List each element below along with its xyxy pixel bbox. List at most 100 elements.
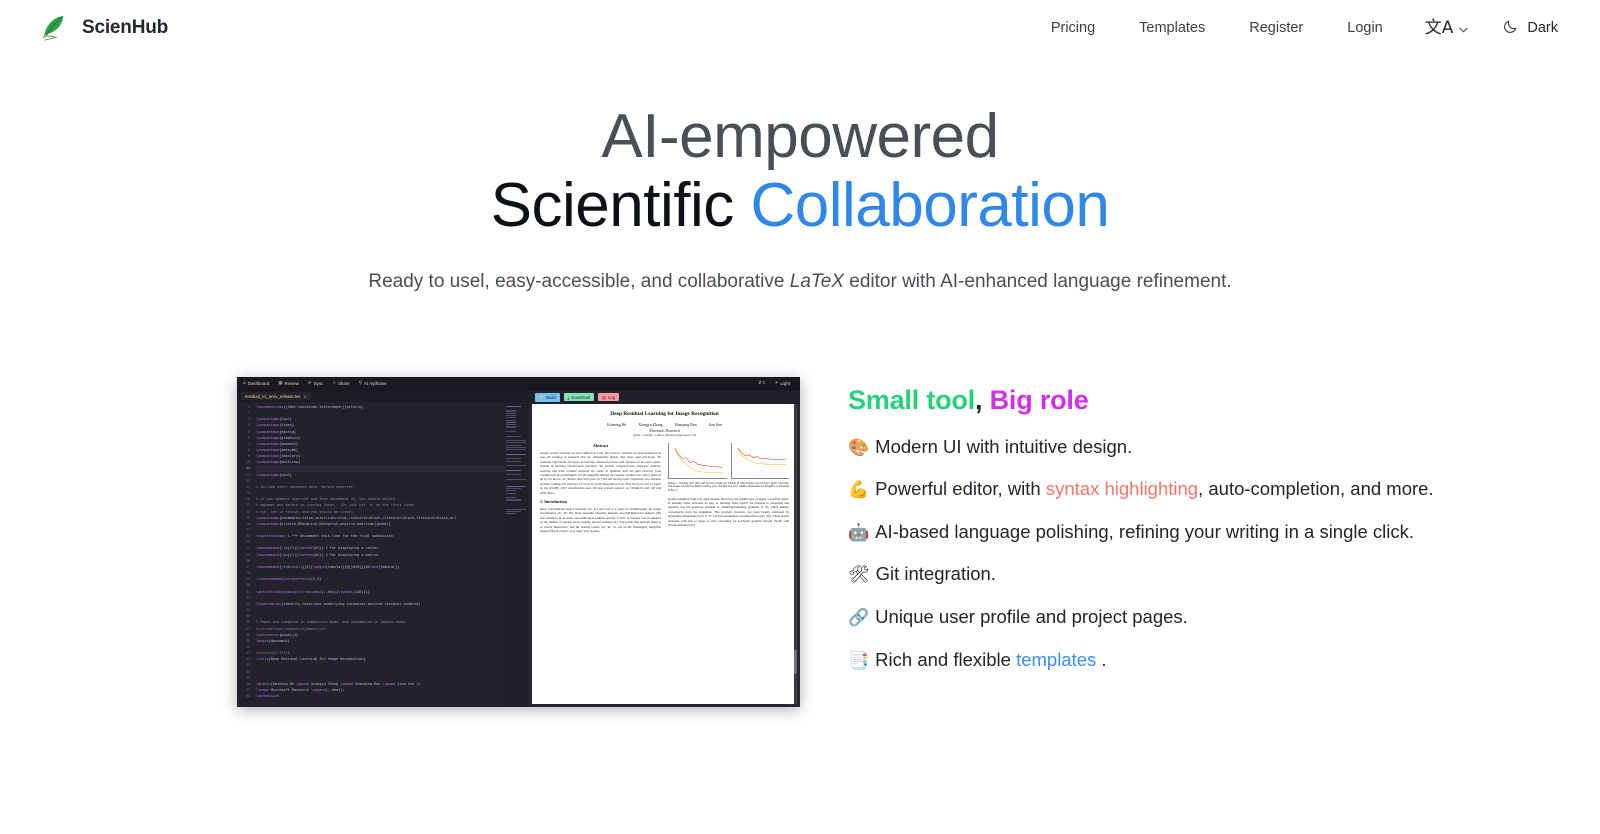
- toolbar-light-theme-button[interactable]: ☀ Light: [775, 381, 790, 386]
- features-heading-comma: ,: [975, 384, 990, 415]
- syntax-highlighting-link[interactable]: syntax highlighting: [1046, 478, 1198, 499]
- feature-text-tail: .: [1096, 648, 1107, 670]
- pdf-abstract-text: Deeper neural networks are more difficul…: [540, 450, 661, 495]
- home-icon: ⌂: [243, 381, 246, 387]
- hero-subtitle-part1: Ready to usel, easy-accessible, and coll…: [368, 270, 790, 292]
- feature-item-user-profile: 🔗 Unique user profile and project pages.: [848, 602, 1480, 633]
- pdf-email: {kahe, v-xiangz, v-shren, jiansun}@micro…: [632, 432, 697, 437]
- log-button[interactable]: ▤ Log: [598, 393, 619, 402]
- close-icon[interactable]: ✕: [303, 394, 306, 399]
- log-button-label: Log: [607, 394, 615, 400]
- editor-toolbar-right: ⇵⇳ ☀ Light: [758, 381, 794, 386]
- link-emoji: 🔗: [848, 608, 870, 628]
- pdf-section-text: Deep convolutional neural networks [22, …: [540, 506, 661, 533]
- download-icon: ⤓: [567, 394, 570, 400]
- pdf-two-column-body: Abstract Deeper neural networks are more…: [540, 442, 789, 704]
- features-heading: Small tool, Big role: [848, 385, 1480, 416]
- pdf-author: Xiangyu Zhang: [638, 422, 663, 427]
- pdf-author: Shaoqing Ren: [674, 422, 697, 427]
- pdf-right-column: Figure 1. Training error (left) and test…: [668, 442, 789, 704]
- sun-icon: ☀: [774, 381, 779, 387]
- brand-logo-link[interactable]: ScienHub: [36, 11, 168, 45]
- content-area: ⌂ Dashboard ▦ Review ⟳ Sync ≺ Share ⚲ AI…: [0, 293, 1600, 707]
- toolbar-collapse-button[interactable]: ⇵⇳: [758, 381, 765, 386]
- share-icon: ≺: [332, 381, 336, 387]
- feature-text: Git integration.: [875, 563, 996, 585]
- translate-icon: 文A: [1424, 17, 1454, 38]
- editor-file-tabs: residual_v1_arxiv_release.tex ✕: [237, 390, 529, 402]
- code-editor-pane: residual_v1_arxiv_release.tex ✕ 12345678…: [237, 390, 529, 707]
- pdf-right-column-text: greatly benefited from very deep models.…: [668, 496, 789, 528]
- feature-text-tail: , auto-completion, and more.: [1198, 478, 1434, 500]
- pdf-figure-training-error: [668, 442, 727, 479]
- scienhub-editor-screenshot[interactable]: ⌂ Dashboard ▦ Review ⟳ Sync ≺ Share ⚲ AI…: [237, 376, 800, 707]
- nav-link-register[interactable]: Register: [1227, 12, 1325, 44]
- pdf-page[interactable]: Deep Residual Learning for Image Recogni…: [532, 403, 797, 704]
- templates-link[interactable]: templates: [1016, 649, 1096, 670]
- feature-item-powerful-editor: 💪 Powerful editor, with syntax highlighti…: [848, 474, 1480, 505]
- feature-item-git-integration: 🛠 Git integration.: [848, 559, 1480, 590]
- toolbar-review-label: Review: [284, 381, 299, 387]
- pdf-author-list: Kaiming He Xiangyu Zhang Shaoqing Ren Ji…: [540, 423, 789, 427]
- feature-item-templates: 📑 Rich and flexible templates .: [848, 645, 1480, 676]
- nav-link-templates[interactable]: Templates: [1117, 12, 1227, 44]
- quill-feather-icon: [36, 11, 70, 45]
- page-title: AI-empowered Scientific Collaboration: [0, 102, 1600, 241]
- site-header: ScienHub Pricing Templates Register Logi…: [0, 0, 1600, 56]
- hammer-and-wrench-emoji: 🛠: [848, 565, 870, 586]
- build-button-label: Build: [546, 394, 556, 400]
- pdf-author: Jian Sun: [708, 422, 722, 427]
- bookmark-tabs-emoji: 📑: [848, 650, 870, 671]
- hero-subtitle-part2: editor with AI-enhanced language refinem…: [844, 270, 1232, 292]
- main-nav: Pricing Templates Register Login 文A Dark: [1029, 10, 1572, 46]
- pdf-section-heading: 1. Introduction: [540, 498, 567, 504]
- feature-item-modern-ui: 🎨 Modern UI with intuitive design.: [848, 432, 1480, 463]
- pdf-figure-test-error: [730, 442, 789, 479]
- code-area[interactable]: 1 2 3 4 5 6 7 8 9 10 11 12 13 14 15 16 17 18 19 20 21 22 23 24 2…: [237, 402, 529, 707]
- toolbar-share-button[interactable]: ≺ Share: [332, 381, 349, 386]
- build-button[interactable]: ⚡ Build: [535, 392, 560, 402]
- hero-title-line2-prefix: Scientific: [490, 171, 751, 241]
- nav-link-pricing[interactable]: Pricing: [1029, 12, 1117, 44]
- ai-rephrase-icon: ⚲: [358, 381, 362, 387]
- pdf-action-bar: ⚡ Build ⤓ Download ▤ Log: [529, 390, 800, 404]
- pdf-left-column: Abstract Deeper neural networks are more…: [540, 443, 661, 704]
- pdf-paper-title: Deep Residual Learning for Image Recogni…: [610, 410, 719, 417]
- hero-title-highlight: Collaboration: [750, 171, 1110, 241]
- feature-text: Powerful editor, with: [875, 478, 1046, 500]
- toolbar-ai-rephrase-button[interactable]: ⚲ AI rephrase: [359, 381, 387, 386]
- toolbar-dashboard-button[interactable]: ⌂ Dashboard: [243, 381, 269, 386]
- toolbar-dashboard-label: Dashboard: [247, 381, 270, 387]
- toolbar-light-label: Light: [780, 381, 790, 387]
- moon-icon: [1503, 18, 1519, 38]
- feature-text: Unique user profile and project pages.: [875, 606, 1188, 627]
- toolbar-ai-rephrase-label: AI rephrase: [363, 381, 387, 387]
- pdf-scrollbar[interactable]: [794, 403, 797, 704]
- review-icon: ▦: [278, 381, 283, 387]
- pdf-author: Kaiming He: [607, 422, 627, 427]
- sync-icon: ⟳: [307, 381, 312, 387]
- theme-toggle-dark[interactable]: Dark: [1485, 10, 1572, 46]
- features-column: Small tool, Big role 🎨 Modern UI with int…: [820, 377, 1600, 687]
- screenshot-column: ⌂ Dashboard ▦ Review ⟳ Sync ≺ Share ⚲ AI…: [0, 376, 820, 707]
- feature-text: AI-based language polishing, refining yo…: [875, 520, 1415, 542]
- hero-section: AI-empowered Scientific Collaboration Re…: [0, 56, 1600, 293]
- palette-emoji: 🎨: [848, 437, 870, 458]
- pdf-figure-row: [668, 442, 789, 479]
- line-number-gutter: 1 2 3 4 5 6 7 8 9 10 11 12 13 14 15 16 17 18 19 20 21 22 23 24 2…: [246, 404, 250, 699]
- language-selector[interactable]: 文A: [1405, 12, 1486, 45]
- pdf-preview-pane: ⚡ Build ⤓ Download ▤ Log Deep Residual L…: [529, 390, 800, 707]
- editor-file-tab[interactable]: residual_v1_arxiv_release.tex ✕: [241, 392, 311, 401]
- nav-link-login[interactable]: Login: [1325, 12, 1404, 44]
- toolbar-review-button[interactable]: ▦ Review: [278, 381, 299, 386]
- theme-toggle-label: Dark: [1527, 20, 1558, 36]
- editor-file-tab-label: residual_v1_arxiv_release.tex: [245, 393, 301, 399]
- toolbar-sync-button[interactable]: ⟳ Sync: [308, 381, 323, 386]
- code-lines[interactable]: \documentclass[10pt,twocolumn,letterpape…: [253, 404, 505, 707]
- feature-item-ai-polishing: 🤖 AI-based language polishing, refining y…: [848, 517, 1480, 548]
- brand-name: ScienHub: [82, 17, 169, 38]
- toolbar-share-label: Share: [337, 381, 350, 387]
- features-heading-part1: Small tool: [848, 384, 976, 415]
- download-button[interactable]: ⤓ Download: [563, 393, 595, 402]
- code-minimap[interactable]: [505, 403, 529, 707]
